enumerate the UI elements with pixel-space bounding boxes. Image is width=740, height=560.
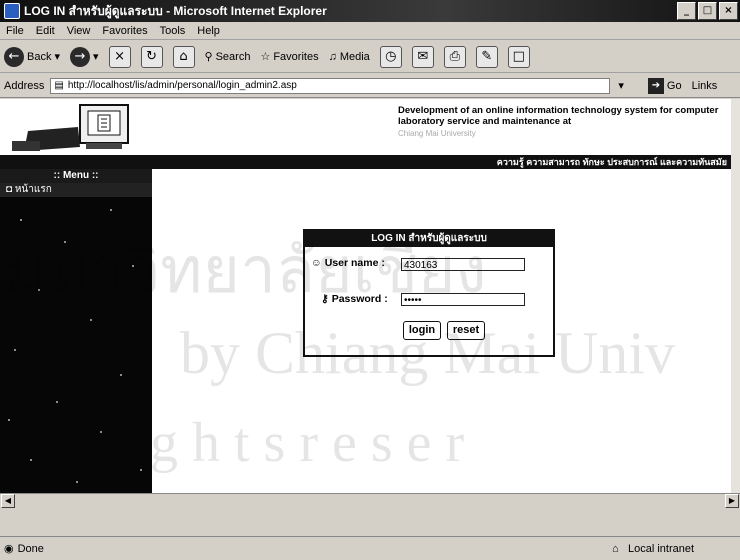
back-label: Back: [27, 50, 52, 63]
media-icon: ♫: [328, 50, 337, 63]
login-button[interactable]: login: [403, 321, 441, 340]
favorites-button[interactable]: ☆ Favorites: [260, 50, 319, 64]
zone-label: Local intranet: [628, 542, 695, 555]
stop-icon[interactable]: ×: [108, 45, 131, 68]
status-bar: ◉ Done ⌂ Local intranet: [0, 536, 740, 560]
watermark-line-3: g h t s r e s e r: [150, 412, 465, 474]
address-url: http://localhost/lis/admin/personal/logi…: [67, 79, 297, 91]
maximize-button[interactable]: □: [698, 2, 717, 20]
ie-page-icon: ◉: [4, 543, 14, 555]
address-input[interactable]: ▤ http://localhost/lis/admin/personal/lo…: [50, 77, 611, 94]
mail-icon[interactable]: ✉: [411, 45, 434, 68]
back-button[interactable]: ← Back ▾: [4, 46, 60, 67]
status-text: Done: [17, 542, 44, 555]
menu-view[interactable]: View: [67, 25, 91, 37]
username-input[interactable]: 430163: [401, 258, 525, 271]
forward-arrow-icon: →: [70, 46, 90, 67]
scroll-right-icon[interactable]: ▶: [725, 494, 739, 508]
password-input[interactable]: •••••: [401, 293, 525, 306]
address-dropdown-icon[interactable]: ▾: [618, 79, 624, 92]
go-arrow-icon[interactable]: ➔: [647, 77, 664, 94]
login-panel: LOG IN สำหรับผู้ดูแลระบบ ☺ User name : 4…: [303, 229, 555, 357]
vertical-scrollbar[interactable]: [731, 99, 740, 493]
close-button[interactable]: ×: [719, 2, 738, 20]
media-label: Media: [339, 50, 370, 63]
site-banner: Development of an online information tec…: [0, 99, 731, 156]
go-button[interactable]: Go: [667, 80, 682, 92]
banner-subtitle: Chiang Mai University: [398, 129, 476, 138]
links-button[interactable]: Links: [692, 80, 718, 92]
banner-strip: ความรู้ ความสามารถ ทักษะ ประสบการณ์ และค…: [0, 155, 731, 169]
banner-title: Development of an online information tec…: [398, 105, 719, 127]
menu-file[interactable]: File: [6, 25, 24, 37]
search-icon: ⚲: [204, 51, 213, 63]
forward-button[interactable]: → ▾: [70, 46, 99, 67]
favorites-label: Favorites: [273, 50, 319, 63]
window-title: LOG IN สำหรับผู้ดูแลระบบ - Microsoft Int…: [24, 3, 327, 18]
login-header: LOG IN สำหรับผู้ดูแลระบบ: [305, 231, 553, 247]
ie-logo-icon: [4, 3, 20, 19]
menu-tools[interactable]: Tools: [160, 25, 186, 37]
menu-favorites[interactable]: Favorites: [102, 25, 147, 37]
page-viewport: Development of an online information tec…: [0, 99, 731, 493]
menu-help[interactable]: Help: [197, 25, 220, 37]
password-row: ⚷ Password :: [321, 293, 388, 305]
menu-edit[interactable]: Edit: [36, 25, 55, 37]
address-label: Address: [4, 79, 45, 92]
title-bar: LOG IN สำหรับผู้ดูแลระบบ - Microsoft Int…: [0, 0, 740, 22]
sidebar-menu-header: :: Menu ::: [0, 169, 152, 183]
horizontal-scrollbar[interactable]: ◀ ▶: [0, 493, 740, 508]
history-icon[interactable]: ◷: [379, 45, 402, 68]
search-label: Search: [215, 50, 251, 63]
computer-logo-icon: [12, 104, 129, 151]
standard-toolbar: ← Back ▾ → ▾ × ↻ ⌂ ⚲ Search ☆ Favorites …: [0, 41, 740, 73]
minimize-button[interactable]: _: [677, 2, 696, 20]
scroll-left-icon[interactable]: ◀: [1, 494, 15, 508]
sidebar: :: Menu :: ◘ หน้าแรก: [0, 169, 152, 493]
username-label: User name :: [324, 257, 385, 269]
username-row: ☺ User name :: [311, 257, 385, 269]
back-arrow-icon: ←: [4, 46, 24, 67]
key-icon: ⚷: [321, 293, 329, 305]
banner-strip-text: ความรู้ ความสามารถ ทักษะ ประสบการณ์ และค…: [496, 157, 727, 167]
sidebar-item-label: หน้าแรก: [14, 184, 52, 195]
user-icon: ☺: [311, 257, 322, 269]
reset-button[interactable]: reset: [447, 321, 485, 340]
home-icon[interactable]: ⌂: [172, 45, 195, 68]
bullet-icon: ◘: [6, 184, 15, 195]
password-label: Password :: [331, 293, 388, 305]
refresh-icon[interactable]: ↻: [140, 45, 163, 68]
page-icon: ▤: [54, 79, 64, 91]
media-button[interactable]: ♫ Media: [329, 51, 370, 63]
edit-icon[interactable]: ✎: [475, 45, 498, 68]
search-button[interactable]: ⚲ Search: [204, 50, 251, 64]
favorites-star-icon: ☆: [260, 51, 271, 63]
sidebar-item-home[interactable]: ◘ หน้าแรก: [0, 183, 152, 197]
address-bar: Address ▤ http://localhost/lis/admin/per…: [0, 74, 740, 98]
print-icon[interactable]: ⎙: [443, 45, 466, 68]
discuss-icon[interactable]: □: [507, 45, 530, 68]
intranet-zone-icon: ⌂: [612, 542, 619, 555]
menu-bar: File Edit View Favorites Tools Help: [0, 22, 740, 40]
